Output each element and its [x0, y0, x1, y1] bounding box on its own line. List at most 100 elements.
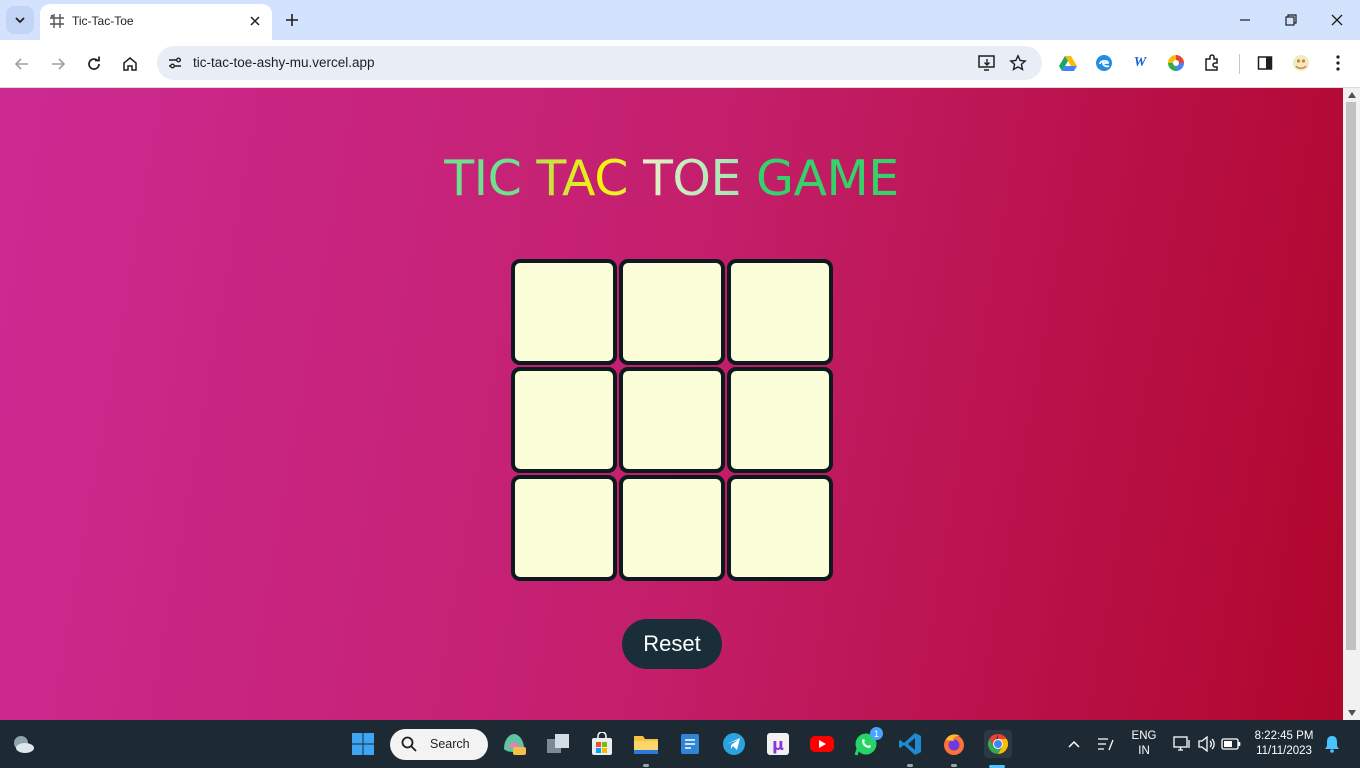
install-icon — [978, 55, 995, 71]
windows-taskbar: Search μ 1 ENG IN 8:22:45 PM 11/11/2023 — [0, 720, 1360, 768]
triangle-down-icon — [1347, 710, 1356, 716]
install-app-button[interactable] — [975, 51, 999, 75]
edge-extension[interactable] — [1093, 52, 1115, 74]
language-code: ENG — [1131, 730, 1157, 742]
plus-icon — [286, 14, 298, 26]
google-drive-extension[interactable] — [1057, 52, 1079, 74]
telegram-taskbar-app[interactable] — [720, 730, 748, 758]
tab-close-button[interactable] — [246, 12, 264, 30]
board-cell-5[interactable] — [619, 367, 725, 473]
tune-icon — [169, 57, 181, 69]
reload-button[interactable] — [80, 50, 108, 78]
scroll-down-button[interactable] — [1343, 706, 1360, 720]
board-cell-9[interactable] — [727, 475, 833, 581]
puzzle-piece-icon — [1205, 54, 1218, 71]
close-window-button[interactable] — [1314, 0, 1360, 40]
board-cell-3[interactable] — [727, 259, 833, 365]
arrow-left-icon — [14, 58, 28, 70]
notepad-taskbar-app[interactable] — [676, 730, 704, 758]
color-extension[interactable] — [1165, 52, 1187, 74]
mu-letter-icon: μ — [767, 733, 789, 755]
file-explorer-taskbar-app[interactable] — [632, 730, 660, 758]
search-label: Search — [430, 737, 470, 751]
whatsapp-notification-badge: 1 — [870, 727, 883, 740]
google-drive-icon — [1059, 56, 1077, 71]
forward-button[interactable] — [44, 50, 72, 78]
extensions-button[interactable] — [1201, 52, 1223, 74]
back-button[interactable] — [8, 50, 36, 78]
taskbar-search-box[interactable]: Search — [390, 729, 488, 760]
toolbar-separator — [1239, 54, 1240, 74]
clock[interactable]: 8:22:45 PM 11/11/2023 — [1250, 729, 1318, 759]
board-cell-8[interactable] — [619, 475, 725, 581]
browser-tab-active[interactable]: Tic-Tac-Toe — [40, 4, 272, 40]
browser-tab-strip: Tic-Tac-Toe — [0, 0, 1360, 40]
avatar-icon — [1293, 55, 1309, 71]
color-wheel-icon — [1168, 55, 1184, 71]
network-button[interactable] — [1168, 730, 1196, 758]
w-letter-icon: W — [1133, 55, 1147, 70]
firefox-icon — [944, 734, 964, 755]
task-view-taskbar-app[interactable] — [544, 730, 572, 758]
pen-menu-button[interactable] — [1092, 730, 1120, 758]
reset-button[interactable]: Reset — [622, 619, 722, 669]
wordtune-extension[interactable]: W — [1129, 52, 1151, 74]
minimize-button[interactable] — [1222, 0, 1268, 40]
battery-button[interactable] — [1217, 730, 1245, 758]
clock-time: 8:22:45 PM — [1254, 730, 1314, 742]
mu-taskbar-app[interactable]: μ — [764, 730, 792, 758]
battery-icon — [1221, 738, 1241, 750]
copilot-taskbar-app[interactable] — [500, 730, 528, 758]
board-cell-1[interactable] — [511, 259, 617, 365]
chrome-taskbar-app[interactable] — [984, 730, 1012, 758]
page-scrollbar[interactable] — [1343, 88, 1360, 720]
board-cell-6[interactable] — [727, 367, 833, 473]
chevron-up-icon — [1068, 740, 1080, 748]
restore-button[interactable] — [1268, 0, 1314, 40]
browser-toolbar: tic-tac-toe-ashy-mu.vercel.app W — [0, 40, 1360, 88]
home-icon — [123, 57, 137, 71]
chevron-down-icon — [15, 17, 25, 24]
scroll-thumb[interactable] — [1346, 102, 1356, 650]
star-icon — [1009, 54, 1027, 71]
minimize-icon — [1240, 19, 1250, 21]
scroll-up-button[interactable] — [1343, 88, 1360, 102]
youtube-taskbar-app[interactable] — [808, 730, 836, 758]
store-bag-icon — [592, 732, 612, 755]
board-cell-7[interactable] — [511, 475, 617, 581]
vscode-running-indicator — [907, 764, 913, 767]
browser-menu-button[interactable] — [1327, 52, 1349, 74]
board-cell-2[interactable] — [619, 259, 725, 365]
side-panel-button[interactable] — [1254, 52, 1276, 74]
board-cell-4[interactable] — [511, 367, 617, 473]
tic-tac-toe-favicon-icon — [50, 14, 64, 28]
bookmark-button[interactable] — [1006, 51, 1030, 75]
arrow-right-icon — [52, 58, 66, 70]
site-info-button[interactable] — [164, 52, 186, 74]
language-indicator[interactable]: ENG IN — [1126, 729, 1162, 759]
firefox-taskbar-app[interactable] — [940, 730, 968, 758]
folder-icon — [634, 736, 658, 754]
vscode-taskbar-app[interactable] — [896, 730, 924, 758]
edge-browser-icon — [1096, 55, 1112, 71]
chrome-icon — [987, 733, 1009, 755]
show-hidden-icons-button[interactable] — [1060, 730, 1088, 758]
address-bar[interactable]: tic-tac-toe-ashy-mu.vercel.app — [157, 46, 1042, 80]
file-explorer-running-indicator — [643, 764, 649, 767]
speaker-icon — [1198, 736, 1215, 752]
profile-button[interactable] — [1290, 52, 1312, 74]
game-page: TIC TAC TOE GAME Reset — [0, 88, 1343, 720]
close-icon — [1331, 14, 1343, 26]
microsoft-store-taskbar-app[interactable] — [588, 730, 616, 758]
start-button[interactable] — [349, 730, 377, 758]
url-text: tic-tac-toe-ashy-mu.vercel.app — [193, 55, 375, 70]
clock-date: 11/11/2023 — [1256, 745, 1312, 757]
new-tab-button[interactable] — [278, 6, 306, 34]
game-board — [510, 258, 834, 582]
tab-title: Tic-Tac-Toe — [72, 14, 134, 28]
notifications-button[interactable] — [1318, 730, 1346, 758]
home-button[interactable] — [116, 50, 144, 78]
weather-widget[interactable] — [9, 730, 37, 758]
tab-search-button[interactable] — [6, 6, 34, 34]
windows-logo-icon — [352, 733, 374, 755]
